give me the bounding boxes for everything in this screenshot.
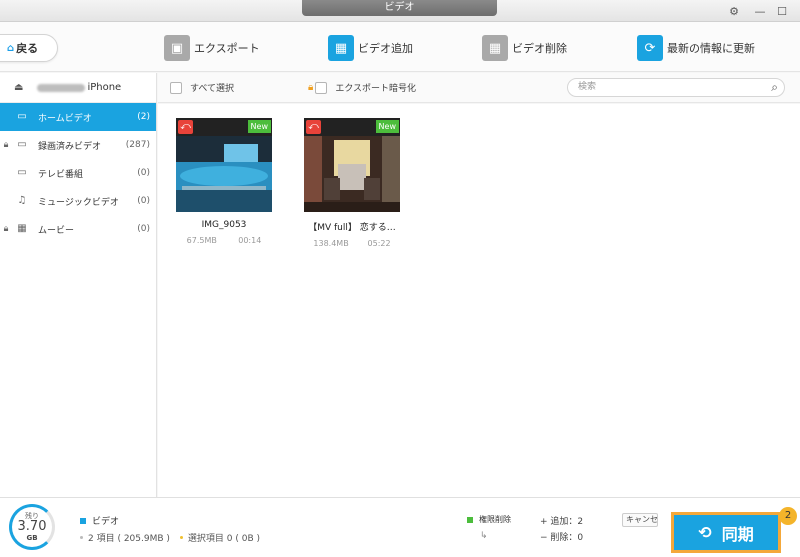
sync-label: 同期 <box>721 524 754 544</box>
sidebar-item-movies[interactable]: 🔒︎ ▦ ムービー (0) <box>0 215 156 243</box>
add-video-label: ビデオ追加 <box>358 42 413 55</box>
video-camera-icon: ▭ <box>17 139 27 150</box>
sidebar-item-count: (287) <box>125 140 150 150</box>
monitor-export-icon: ▣ <box>164 35 190 61</box>
tv-icon: ▭ <box>17 167 27 178</box>
content-header: すべて選択 🔒︎ エクスポート暗号化 検索 ⌕ <box>158 73 800 103</box>
video-grid: ⤺ New IMG_9053 67.5MB 00:14 ⤺ New 【MV fu… <box>158 104 800 497</box>
search-input[interactable]: 検索 ⌕ <box>567 78 785 97</box>
refresh-icon: ⟳ <box>637 35 663 61</box>
add-video-button[interactable]: ▦ ビデオ追加 <box>328 34 413 62</box>
video-thumbnail[interactable]: ⤺ New <box>304 118 400 212</box>
video-card[interactable]: ⤺ New 【MV full】 恋する… 138.4MB 05:22 <box>304 118 400 248</box>
new-badge: New <box>247 120 271 133</box>
items-summary: 2 項目 ( 205.9MB ) 選択項目 0 ( 0B ) <box>80 531 260 544</box>
film-delete-icon: ▦ <box>482 35 508 61</box>
sidebar-item-label: テレビ番組 <box>38 169 84 180</box>
storage-value: 3.70 <box>17 519 47 534</box>
sidebar-item-label: ミュージックビデオ <box>38 197 119 208</box>
lock-icon: 🔒︎ <box>308 82 314 93</box>
sync-count-badge: 2 <box>779 507 797 525</box>
added-count: + 追加：2 <box>540 517 584 527</box>
select-all-label: すべて選択 <box>190 84 235 94</box>
device-row[interactable]: ⏏ iPhone <box>0 73 156 103</box>
export-label: エクスポート <box>194 42 260 55</box>
device-name: iPhone <box>87 82 122 93</box>
blurred-device-owner <box>37 83 86 92</box>
video-name: IMG_9053 <box>201 220 247 230</box>
eject-icon[interactable]: ⏏ <box>14 82 23 93</box>
sidebar-item-label: ムービー <box>38 225 75 236</box>
undo-icon: ⤺ <box>306 120 321 134</box>
undo-icon: ⤺ <box>178 120 193 134</box>
lock-icon: 🔒︎ <box>3 140 9 150</box>
back-button[interactable]: ⌂ 戻る <box>0 34 58 62</box>
search-icon[interactable]: ⌕ <box>771 79 778 96</box>
category-label: ビデオ <box>80 514 119 527</box>
sidebar-item-music-video[interactable]: ♫ ミュージックビデオ (0) <box>0 187 156 215</box>
new-badge: New <box>375 120 399 133</box>
lock-icon: 🔒︎ <box>3 224 9 234</box>
checkbox-box[interactable] <box>170 81 182 94</box>
storage-gauge: 残り 3.70 GB <box>9 504 55 550</box>
music-video-icon: ♫ <box>17 195 27 206</box>
perm-delete-label: 権限削除 <box>467 514 511 525</box>
sidebar-item-home-video[interactable]: ▭ ホームビデオ (2) <box>0 103 156 131</box>
sidebar: ⏏ iPhone ▭ ホームビデオ (2) 🔒︎ ▭ 録画済みビデオ (287)… <box>0 73 157 497</box>
film-icon: ▦ <box>17 223 27 234</box>
sidebar-item-label: 録画済みビデオ <box>38 141 102 152</box>
sidebar-item-count: (0) <box>137 168 150 178</box>
video-name: 【MV full】 恋する… <box>308 223 396 233</box>
deleted-count: − 削除：0 <box>540 533 584 543</box>
sidebar-item-recorded-video[interactable]: 🔒︎ ▭ 録画済みビデオ (287) <box>0 131 156 159</box>
refresh-button[interactable]: ⟳ 最新の情報に更新 <box>637 34 755 62</box>
sidebar-item-count: (2) <box>137 112 150 122</box>
sync-icon: ⟲ <box>698 523 712 542</box>
window-title: ビデオ <box>302 0 497 16</box>
delete-video-button[interactable]: ▦ ビデオ削除 <box>482 34 567 62</box>
video-size: 67.5MB <box>186 236 217 245</box>
back-label: 戻る <box>16 42 39 55</box>
export-button[interactable]: ▣ エクスポート <box>164 34 260 62</box>
sidebar-item-count: (0) <box>137 196 150 206</box>
video-duration: 00:14 <box>238 236 262 245</box>
gear-icon[interactable]: ⚙ <box>726 3 742 19</box>
storage-unit: GB <box>26 534 38 542</box>
home-icon: ⌂ <box>7 42 15 54</box>
search-placeholder: 検索 <box>578 82 597 92</box>
selected-summary: 選択項目 0 ( 0B ) <box>187 534 260 544</box>
film-add-icon: ▦ <box>328 35 354 61</box>
checkbox-box[interactable] <box>315 81 328 94</box>
sidebar-item-tv-shows[interactable]: ▭ テレビ番組 (0) <box>0 159 156 187</box>
video-thumbnail[interactable]: ⤺ New <box>176 118 272 212</box>
cancel-button[interactable]: キャンセル <box>622 513 658 527</box>
title-bar: ビデオ ⚙ — ☐ <box>0 0 800 22</box>
return-arrow-icon: ↳ <box>480 531 488 541</box>
refresh-label: 最新の情報に更新 <box>667 42 755 55</box>
video-size: 138.4MB <box>313 239 349 248</box>
encrypt-export-checkbox[interactable]: 🔒︎ エクスポート暗号化 <box>308 81 416 94</box>
select-all-checkbox[interactable]: すべて選択 <box>170 81 234 94</box>
video-card[interactable]: ⤺ New IMG_9053 67.5MB 00:14 <box>176 118 272 245</box>
footer: 残り 3.70 GB ビデオ 2 項目 ( 205.9MB ) 選択項目 0 (… <box>0 497 800 557</box>
monitor-icon: ▭ <box>17 111 27 122</box>
delete-video-label: ビデオ削除 <box>512 42 567 55</box>
minimize-button[interactable]: — <box>752 3 768 19</box>
encrypt-export-label: エクスポート暗号化 <box>335 84 417 94</box>
toolbar: ⌂ 戻る ▣ エクスポート ▦ ビデオ追加 ▦ ビデオ削除 ⟳ 最新の情報に更新 <box>0 22 800 72</box>
sidebar-item-label: ホームビデオ <box>38 113 92 124</box>
sidebar-item-count: (0) <box>137 224 150 234</box>
maximize-button[interactable]: ☐ <box>774 3 790 19</box>
video-duration: 05:22 <box>367 239 391 248</box>
sync-button[interactable]: ⟲ 同期 <box>671 512 781 553</box>
